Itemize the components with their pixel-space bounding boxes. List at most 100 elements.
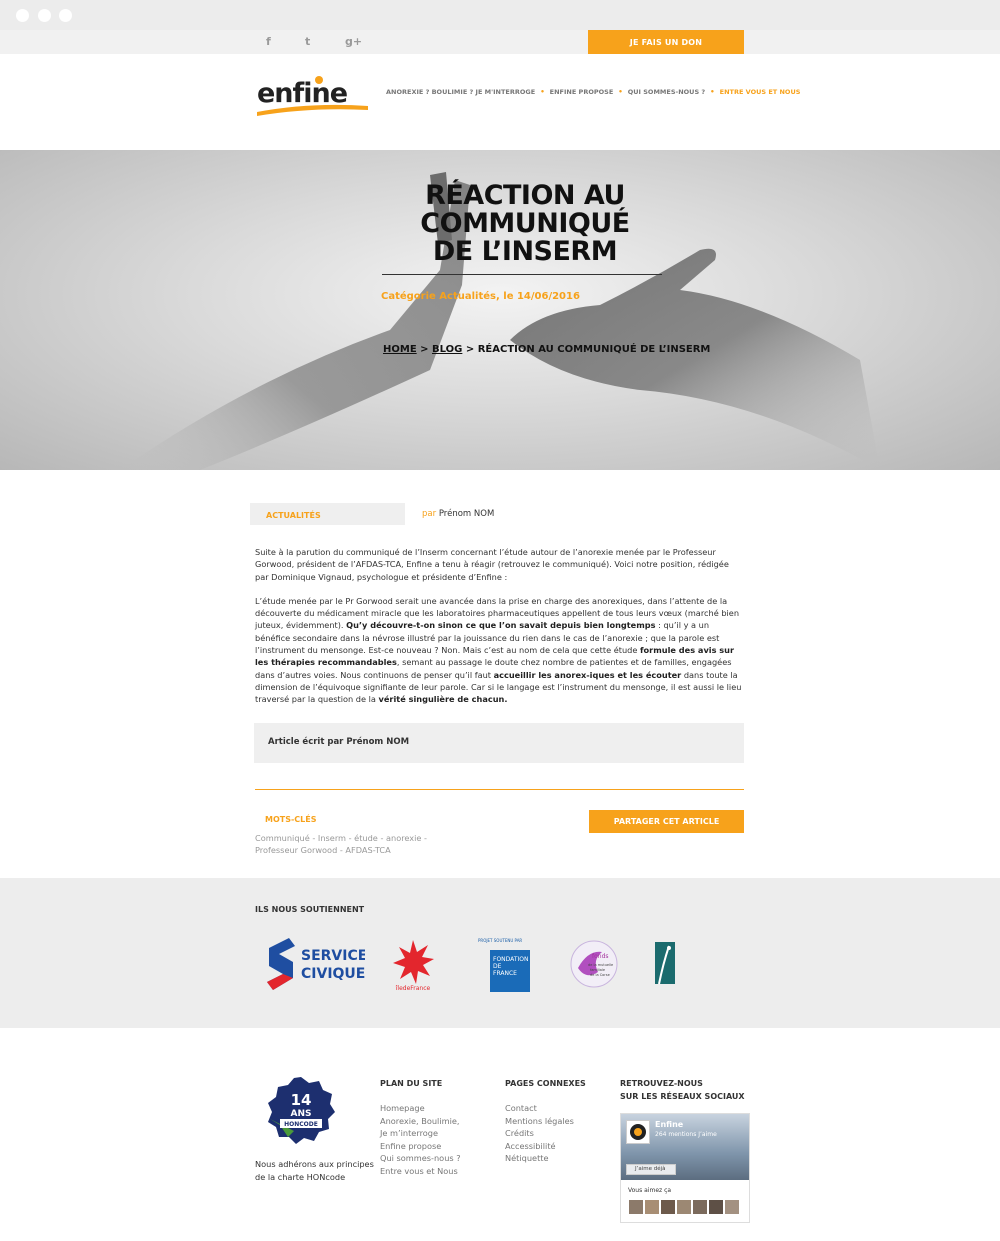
twitter-icon[interactable]: t [305, 35, 310, 48]
honcode-badge[interactable]: 14 ANS HONCODE [266, 1075, 336, 1145]
facebook-widget[interactable]: Enfine 264 mentions J’aime J’aime déjà V… [620, 1113, 750, 1223]
sitemap-link[interactable]: Enfine propose [380, 1140, 461, 1153]
sitemap-list: Homepage Anorexie, Boulimie, Je m’interr… [380, 1102, 461, 1177]
facebook-like-button[interactable]: J’aime déjà [626, 1164, 676, 1175]
sitemap-link[interactable]: Qui sommes-nous ? [380, 1152, 461, 1165]
sitemap-link[interactable]: Anorexie, Boulimie, [380, 1115, 461, 1128]
nav-item-enfine-propose[interactable]: ENFINE PROPOSE [550, 88, 614, 96]
service-civique-logo[interactable]: SERVICE CIVIQUE [265, 938, 365, 992]
section-divider [255, 789, 744, 790]
breadcrumb: HOME > BLOG > RÉACTION AU COMMUNIQUÉ DE … [383, 344, 710, 355]
supporters-section: ILS NOUS SOUTIENNENT SERVICE CIVIQUE île… [0, 878, 1000, 1028]
title-line: DE L’INSERM [432, 236, 618, 267]
author-line: par Prénom NOM [422, 509, 494, 519]
google-plus-icon[interactable]: g+ [345, 35, 362, 48]
friend-avatar [629, 1200, 643, 1214]
title-divider [382, 274, 662, 275]
facebook-avatar [626, 1120, 650, 1144]
related-page-link[interactable]: Contact [505, 1102, 574, 1115]
related-page-link[interactable]: Accessibilité [505, 1140, 574, 1153]
service-civique-text: SERVICE [301, 948, 365, 964]
sitemap-link[interactable]: Entre vous et Nous [380, 1165, 461, 1178]
hon-years: 14 [291, 1091, 312, 1109]
breadcrumb-separator: > [416, 344, 432, 355]
author-box: Article écrit par Prénom NOM [254, 723, 744, 763]
highlight-text: Qu’y découvre-t-on sinon ce que l’on sav… [346, 620, 656, 631]
top-bar: f t g+ JE FAIS UN DON [0, 30, 1000, 54]
logo-text: enfine [257, 78, 347, 109]
mutuelle-text: de la mutuelle [588, 963, 613, 967]
footer: 14 ANS HONCODE Nous adhérons aux princip… [0, 1040, 1000, 1241]
enfine-logo[interactable]: enfine [255, 72, 370, 118]
title-line: RÉACTION AU [425, 180, 625, 211]
enfine-avatar-icon [630, 1124, 646, 1140]
article-intro: Suite à la parution du communiqué de l’I… [255, 547, 729, 582]
written-by-label: Article écrit par Prénom [268, 737, 387, 747]
hero-banner: RÉACTION AU COMMUNIQUÉ DE L’INSERM Catég… [0, 150, 1000, 470]
facebook-icon[interactable]: f [266, 35, 271, 48]
article-paragraph: L’étude menée par le Pr Gorwood serait u… [255, 595, 745, 706]
sitemap-title: PLAN DU SITE [380, 1079, 443, 1088]
fondation-text: FRANCE [493, 970, 517, 977]
related-page-link[interactable]: Nétiquette [505, 1152, 574, 1165]
facebook-cover: Enfine 264 mentions J’aime J’aime déjà [621, 1114, 749, 1180]
mutuelle-text: fonds [592, 953, 609, 960]
honcode-text: Nous adhérons aux principes de la charte… [255, 1159, 374, 1182]
friend-avatar [661, 1200, 675, 1214]
fondation-text: PROJET SOUTENU PAR [478, 938, 522, 943]
friend-avatar [645, 1200, 659, 1214]
related-pages-title: PAGES CONNEXES [505, 1079, 586, 1088]
facebook-page-name[interactable]: Enfine [655, 1120, 683, 1129]
title-line: COMMUNIQUÉ [420, 208, 630, 239]
nav-separator: • [540, 88, 545, 96]
social-title-line: SUR LES RÉSEAUX SOCIAUX [620, 1091, 745, 1101]
fondation-text: FONDATION [493, 956, 528, 963]
highlight-text: accueillir les anorex-iques et les écout… [493, 669, 682, 680]
page: f t g+ JE FAIS UN DON enfine ANOREXIE ? … [0, 30, 1000, 1241]
donate-button[interactable]: JE FAIS UN DON [588, 30, 744, 54]
sitemap-link[interactable]: Homepage [380, 1102, 461, 1115]
breadcrumb-current: RÉACTION AU COMMUNIQUÉ DE L’INSERM [477, 344, 711, 355]
main-nav: ANOREXIE ? BOULIMIE ? JE M'INTERROGE • E… [386, 88, 800, 96]
page-title: RÉACTION AU COMMUNIQUÉ DE L’INSERM [380, 182, 670, 266]
author-prefix: par [422, 509, 437, 519]
social-title-line: RETROUVEZ-NOUS [620, 1079, 703, 1088]
window-maximize-dot[interactable] [59, 9, 72, 22]
mutuelle-text: familiale [590, 968, 605, 972]
share-article-button[interactable]: PARTAGER CET ARTICLE [589, 810, 744, 833]
friend-avatar [709, 1200, 723, 1214]
nav-separator: • [618, 88, 623, 96]
related-page-link[interactable]: Crédits [505, 1127, 574, 1140]
related-page-link[interactable]: Mentions légales [505, 1115, 574, 1128]
breadcrumb-separator: > [462, 344, 478, 355]
service-civique-text: CIVIQUE [301, 966, 365, 982]
supporters-title: ILS NOUS SOUTIENNENT [255, 905, 365, 914]
sitemap-link[interactable]: Je m’interroge [380, 1127, 461, 1140]
breadcrumb-blog[interactable]: BLOG [432, 344, 462, 355]
category-badge[interactable]: ACTUALITÉS [250, 503, 405, 525]
keywords-list[interactable]: Communiqué - Inserm - étude - anorexie -… [255, 832, 435, 856]
breadcrumb-home[interactable]: HOME [383, 344, 417, 355]
ile-de-france-text: îledeFrance [395, 985, 431, 992]
window-minimize-dot[interactable] [38, 9, 51, 22]
ile-de-france-logo[interactable]: îledeFrance [390, 938, 436, 992]
nav-item-entre-vous-et-nous[interactable]: ENTRE VOUS ET NOUS [720, 88, 801, 96]
related-pages-list: Contact Mentions légales Crédits Accessi… [505, 1102, 574, 1165]
author-name: Prénom NOM [438, 509, 495, 519]
nav-item-anorexie[interactable]: ANOREXIE ? BOULIMIE ? JE M'INTERROGE [386, 88, 535, 96]
fondation-text: DE [493, 963, 502, 970]
article-body: Suite à la parution du communiqué de l’I… [255, 546, 745, 718]
hon-code: HONCODE [284, 1121, 318, 1128]
window-close-dot[interactable] [16, 9, 29, 22]
keywords-title: MOTS-CLÉS [265, 815, 317, 824]
partner-logo[interactable] [653, 940, 679, 988]
fondation-de-france-logo[interactable]: PROJET SOUTENU PAR FONDATION DE FRANCE [478, 936, 534, 994]
mutuelle-familiale-logo[interactable]: fonds de la mutuelle familiale de la Cor… [568, 938, 620, 990]
friend-avatar [677, 1200, 691, 1214]
friend-avatar [693, 1200, 707, 1214]
written-by-name: NOM [386, 737, 410, 747]
nav-item-qui-sommes-nous[interactable]: QUI SOMMES-NOUS ? [628, 88, 705, 96]
hon-ans: ANS [291, 1109, 312, 1119]
social-title: RETROUVEZ-NOUS SUR LES RÉSEAUX SOCIAUX [620, 1078, 745, 1103]
facebook-friends-label: Vous aimez ça [628, 1187, 672, 1194]
